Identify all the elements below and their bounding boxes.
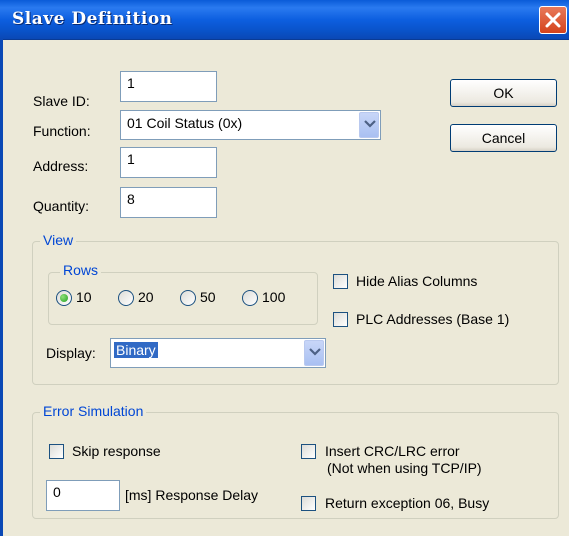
function-select-value: 01 Coil Status (0x) (127, 115, 243, 131)
function-label: Function: (33, 123, 91, 139)
radio-selected-dot (60, 294, 68, 302)
return-exception-label: Return exception 06, Busy (325, 495, 490, 511)
insert-crc-label: Insert CRC/LRC error (325, 443, 460, 459)
window-border (0, 39, 3, 536)
chevron-down-icon (364, 120, 376, 128)
slave-id-input[interactable]: 1 (120, 71, 217, 102)
quantity-input[interactable]: 8 (120, 187, 217, 218)
plc-addresses-label: PLC Addresses (Base 1) (356, 311, 510, 327)
title-bar[interactable]: Slave Definition (0, 0, 569, 40)
close-x-icon (545, 12, 561, 28)
quantity-label: Quantity: (33, 198, 90, 214)
skip-response-checkbox[interactable] (49, 444, 64, 459)
display-select[interactable]: Binary (110, 338, 326, 368)
view-group-title: View (40, 232, 77, 248)
function-dropdown-button[interactable] (359, 112, 379, 138)
response-delay-input[interactable]: 0 (46, 480, 120, 511)
response-delay-label: [ms] Response Delay (125, 487, 259, 503)
insert-crc-note: (Not when using TCP/IP) (327, 460, 482, 476)
slave-id-label: Slave ID: (33, 93, 90, 109)
function-select[interactable]: 01 Coil Status (0x) (120, 110, 381, 140)
hide-alias-columns-checkbox[interactable] (333, 274, 348, 289)
rows-radio-20[interactable] (118, 290, 134, 306)
rows-option-10-label: 10 (76, 289, 92, 305)
rows-radio-100[interactable] (242, 290, 258, 306)
address-label: Address: (33, 158, 89, 174)
rows-option-50-label: 50 (200, 289, 216, 305)
rows-option-20-label: 20 (138, 289, 154, 305)
rows-radio-50[interactable] (180, 290, 196, 306)
chevron-down-icon (309, 348, 321, 356)
rows-option-100-label: 100 (262, 289, 286, 305)
insert-crc-checkbox[interactable] (301, 444, 316, 459)
display-select-value: Binary (114, 342, 158, 358)
plc-addresses-checkbox[interactable] (333, 312, 348, 327)
dialog-title: Slave Definition (12, 9, 173, 29)
error-simulation-title: Error Simulation (40, 403, 147, 419)
close-button[interactable] (539, 6, 567, 34)
display-dropdown-button[interactable] (304, 340, 324, 366)
ok-button[interactable]: OK (450, 79, 557, 107)
rows-radio-10[interactable] (56, 290, 72, 306)
cancel-button[interactable]: Cancel (450, 124, 557, 152)
skip-response-label: Skip response (72, 443, 161, 459)
display-label: Display: (46, 345, 96, 361)
return-exception-checkbox[interactable] (301, 496, 316, 511)
address-input[interactable]: 1 (120, 147, 217, 178)
rows-group-title: Rows (60, 262, 102, 278)
slave-definition-dialog: Slave Definition Slave ID: 1 Function: 0… (0, 0, 569, 536)
hide-alias-columns-label: Hide Alias Columns (356, 273, 478, 289)
